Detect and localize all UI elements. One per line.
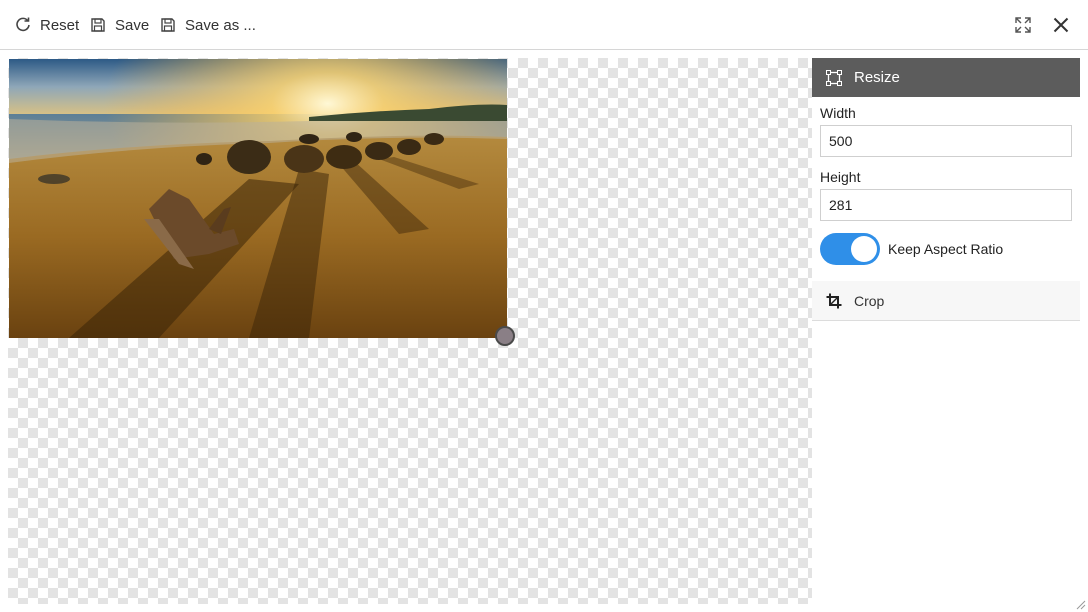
save-label: Save [115,16,150,34]
refresh-icon [16,17,30,32]
editor-toolbar: Reset Save Save as ... [0,0,1088,50]
close-button[interactable] [1049,13,1073,37]
resize-section-header[interactable]: Resize [812,58,1080,97]
width-field[interactable] [820,125,1072,157]
close-icon [1053,17,1069,33]
reset-label: Reset [40,16,80,34]
reset-button[interactable]: Reset [15,13,79,37]
floppy-disk-icon [161,18,175,32]
image-canvas[interactable] [8,58,812,604]
keep-aspect-toggle[interactable] [820,233,880,265]
crop-label: Crop [854,292,885,309]
expand-icon [1015,17,1031,33]
keep-aspect-label: Keep Aspect Ratio [888,241,1004,257]
save-button[interactable]: Save [90,13,149,37]
toggle-knob [851,236,877,262]
resize-title: Resize [854,69,900,86]
resize-frame-icon [826,69,842,86]
floppy-disk-icon [91,18,105,32]
height-field[interactable] [820,189,1072,221]
save-as-label: Save as ... [185,16,256,34]
beach-photo [9,59,507,338]
crop-section-header[interactable]: Crop [812,281,1080,321]
height-label: Height [820,169,861,185]
resize-handle[interactable] [495,326,515,346]
crop-icon [826,293,842,308]
window-resize-grip-icon[interactable] [1074,598,1086,610]
width-label: Width [820,105,856,121]
tool-panel: Resize Width Height Keep Aspect Ratio Cr… [812,58,1080,604]
save-as-button[interactable]: Save as ... [160,13,256,37]
fullscreen-button[interactable] [1011,13,1035,37]
